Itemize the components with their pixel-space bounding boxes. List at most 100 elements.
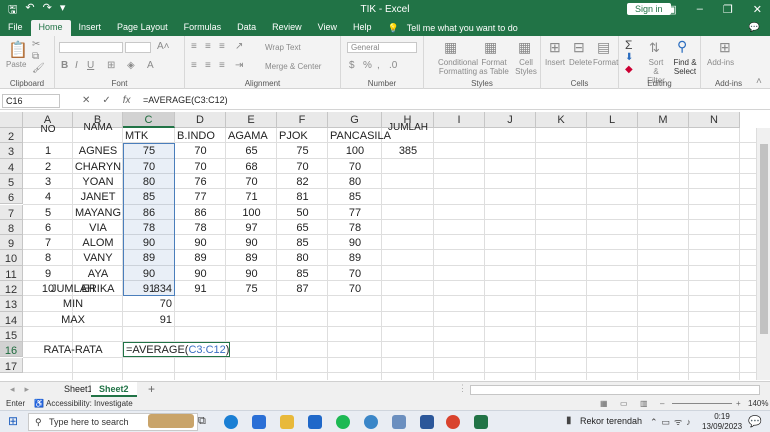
row-header-9[interactable]: 9 [0, 235, 23, 251]
clock-date[interactable]: 13/09/2023 [702, 422, 742, 431]
cell-g6[interactable]: 85 [328, 190, 382, 205]
cell-a3[interactable]: 1 [23, 144, 73, 159]
format-table-icon[interactable]: ▦ [484, 39, 497, 56]
spotify-icon[interactable] [336, 415, 350, 429]
zoom-in-icon[interactable]: + [736, 397, 741, 410]
bottom-align-icon[interactable]: ≡ [219, 41, 225, 52]
cell-b11[interactable]: AYA [73, 267, 123, 282]
cell-e4[interactable]: 68 [226, 160, 277, 175]
column-header-n[interactable]: N [689, 112, 740, 128]
indent-icon[interactable]: ⇥ [235, 60, 243, 71]
zoom-slider[interactable] [672, 403, 732, 404]
cell-f7[interactable]: 50 [277, 206, 328, 221]
cell-f12[interactable]: 87 [277, 282, 328, 297]
fill-color-icon[interactable]: ◈ [127, 60, 135, 71]
font-size-box[interactable] [125, 42, 151, 53]
cell-e7[interactable]: 100 [226, 206, 277, 221]
row-header-14[interactable]: 14 [0, 311, 23, 327]
sheet-nav-arrows[interactable]: ◂▸ [10, 384, 39, 395]
cell-d5[interactable]: 76 [175, 175, 226, 190]
cell-a8[interactable]: 6 [23, 221, 73, 236]
cell-h3[interactable]: 385 [382, 144, 434, 159]
bold-button[interactable]: B [61, 60, 68, 71]
cell-a7[interactable]: 5 [23, 206, 73, 221]
cell-b5[interactable]: YOAN [73, 175, 123, 190]
orientation-icon[interactable]: ↗ [235, 41, 243, 52]
cell-c5[interactable]: 80 [123, 175, 175, 190]
clear-icon[interactable]: ◆ [625, 64, 633, 75]
cell-f10[interactable]: 80 [277, 251, 328, 266]
cell-f3[interactable]: 75 [277, 144, 328, 159]
format-button[interactable]: Format [593, 58, 618, 67]
insert-cells-icon[interactable]: ⊞ [549, 39, 561, 56]
cell-g4[interactable]: 70 [328, 160, 382, 175]
cell-e11[interactable]: 90 [226, 267, 277, 282]
cell-b10[interactable]: VANY [73, 251, 123, 266]
align-left-icon[interactable]: ≡ [191, 60, 197, 71]
cell-d3[interactable]: 70 [175, 144, 226, 159]
column-header-l[interactable]: L [587, 112, 638, 128]
paste-label[interactable]: Paste [6, 60, 26, 69]
cell-e6[interactable]: 71 [226, 190, 277, 205]
cell-c15[interactable]: 91 [123, 313, 172, 328]
system-tray-icons[interactable]: ⌃▭ᯤ♪ [650, 415, 695, 428]
minimize-icon[interactable]: – [697, 3, 703, 16]
tab-file[interactable]: File [0, 20, 31, 36]
sheet-tab-sheet2[interactable]: Sheet2 [91, 382, 137, 397]
cell-styles-button[interactable]: Cell Styles [514, 58, 538, 76]
app2-icon[interactable] [392, 415, 406, 429]
cell-c13[interactable]: 834 [123, 282, 172, 297]
cell-a4[interactable]: 2 [23, 160, 73, 175]
accessibility-status[interactable]: Accessibility: Investigate [46, 397, 133, 410]
cell-e3[interactable]: 65 [226, 144, 277, 159]
number-format-box[interactable]: General [347, 42, 417, 53]
cell-g11[interactable]: 70 [328, 267, 382, 282]
delete-cells-icon[interactable]: ⊟ [573, 39, 585, 56]
insert-button[interactable]: Insert [545, 58, 565, 67]
conditional-formatting-button[interactable]: Conditional Formatting [438, 58, 478, 76]
row-header-6[interactable]: 6 [0, 189, 23, 205]
cell-g5[interactable]: 80 [328, 175, 382, 190]
chrome-icon[interactable] [446, 415, 460, 429]
cell-b8[interactable]: VIA [73, 221, 123, 236]
copy-icon[interactable]: ⧉ [32, 51, 39, 62]
enter-icon[interactable]: ✓ [102, 95, 110, 106]
format-as-table-button[interactable]: Format as Table [478, 58, 510, 76]
cell-a5[interactable]: 3 [23, 175, 73, 190]
row-header-7[interactable]: 7 [0, 204, 23, 220]
notifications-icon[interactable]: 💬 [748, 415, 762, 428]
cell-a13-label[interactable]: JUMLAH [23, 282, 123, 297]
percent-icon[interactable]: % [363, 60, 372, 71]
edge-icon[interactable] [224, 415, 238, 429]
cell-b9[interactable]: ALOM [73, 236, 123, 251]
borders-icon[interactable]: ⊞ [107, 60, 115, 71]
active-cell-c16[interactable]: =AVERAGE(C3:C12) [123, 342, 231, 358]
column-header-i[interactable]: I [434, 112, 485, 128]
cell-b1[interactable]: NAMA [73, 122, 123, 133]
column-header-g[interactable]: G [328, 112, 382, 128]
zoom-out-icon[interactable]: – [660, 397, 664, 410]
decimal-icon[interactable]: .0 [389, 60, 397, 71]
cell-b6[interactable]: JANET [73, 190, 123, 205]
cell-g2[interactable]: PANCASILA [328, 129, 391, 144]
file-explorer-icon[interactable] [280, 415, 294, 429]
windows-start-icon[interactable]: ⊞ [8, 414, 18, 428]
cell-d8[interactable]: 78 [175, 221, 226, 236]
new-sheet-button[interactable]: + [140, 382, 163, 397]
tab-data[interactable]: Data [229, 20, 264, 36]
cell-c10[interactable]: 89 [123, 251, 175, 266]
ribbon-display-icon[interactable]: ▣ [666, 3, 676, 16]
top-align-icon[interactable]: ≡ [191, 41, 197, 52]
font-name-box[interactable] [59, 42, 123, 53]
column-header-m[interactable]: M [638, 112, 689, 128]
column-header-c[interactable]: C [123, 112, 175, 128]
cell-c11[interactable]: 90 [123, 267, 175, 282]
cell-f5[interactable]: 82 [277, 175, 328, 190]
cell-g8[interactable]: 78 [328, 221, 382, 236]
cell-c3[interactable]: 75 [123, 144, 175, 159]
find-icon[interactable]: ⚲ [677, 38, 687, 55]
cell-e10[interactable]: 89 [226, 251, 277, 266]
mail-icon[interactable] [308, 415, 322, 429]
select-all-corner[interactable] [0, 112, 23, 128]
italic-button[interactable]: I [75, 60, 78, 71]
